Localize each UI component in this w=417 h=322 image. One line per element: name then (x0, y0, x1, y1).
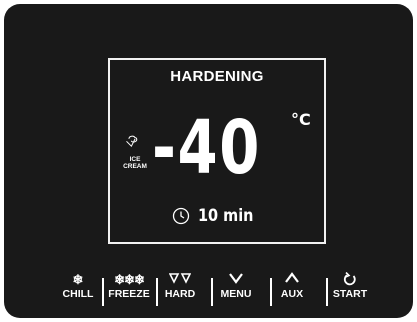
chevron-up-icon (275, 272, 309, 288)
mode-title: HARDENING (170, 68, 264, 85)
temperature-readout: -40 (152, 105, 261, 191)
key-separator (270, 278, 272, 306)
timer-value: 10 min (198, 206, 254, 226)
key-separator (326, 278, 328, 306)
control-panel: HARDENING ICE CREAM -40 °C 10 min ❄ CHIL… (4, 4, 413, 318)
start-button[interactable]: START (330, 271, 370, 300)
hard-label: HARD (164, 288, 196, 300)
aux-label: AUX (280, 288, 304, 300)
temperature-unit: °C (291, 110, 311, 129)
product-label-line2: CREAM (123, 163, 147, 170)
menu-button[interactable]: MENU (216, 272, 256, 300)
freeze-button[interactable]: ❄❄❄ FREEZE (106, 272, 152, 300)
chill-button[interactable]: ❄ CHILL (58, 272, 98, 300)
double-down-arrow-icon (161, 272, 199, 288)
chevron-down-icon (216, 272, 256, 288)
timer-row: 10 min (172, 205, 263, 227)
triple-snowflake-icon: ❄❄❄ (114, 272, 145, 287)
chill-label: CHILL (62, 288, 94, 300)
ice-cream-icon (126, 135, 138, 148)
snowflake-icon: ❄ (72, 272, 84, 287)
clock-icon (172, 207, 190, 225)
hard-button[interactable]: HARD (161, 272, 199, 300)
menu-label: MENU (220, 288, 252, 300)
product-label-line1: ICE (129, 156, 141, 163)
freeze-label: FREEZE (108, 288, 150, 300)
key-separator (102, 278, 104, 306)
key-separator (156, 278, 158, 306)
start-label: START (332, 288, 368, 300)
power-cycle-icon (330, 271, 370, 288)
key-separator (211, 278, 213, 306)
display-screen: HARDENING ICE CREAM -40 °C 10 min (108, 58, 326, 244)
aux-button[interactable]: AUX (275, 272, 309, 300)
